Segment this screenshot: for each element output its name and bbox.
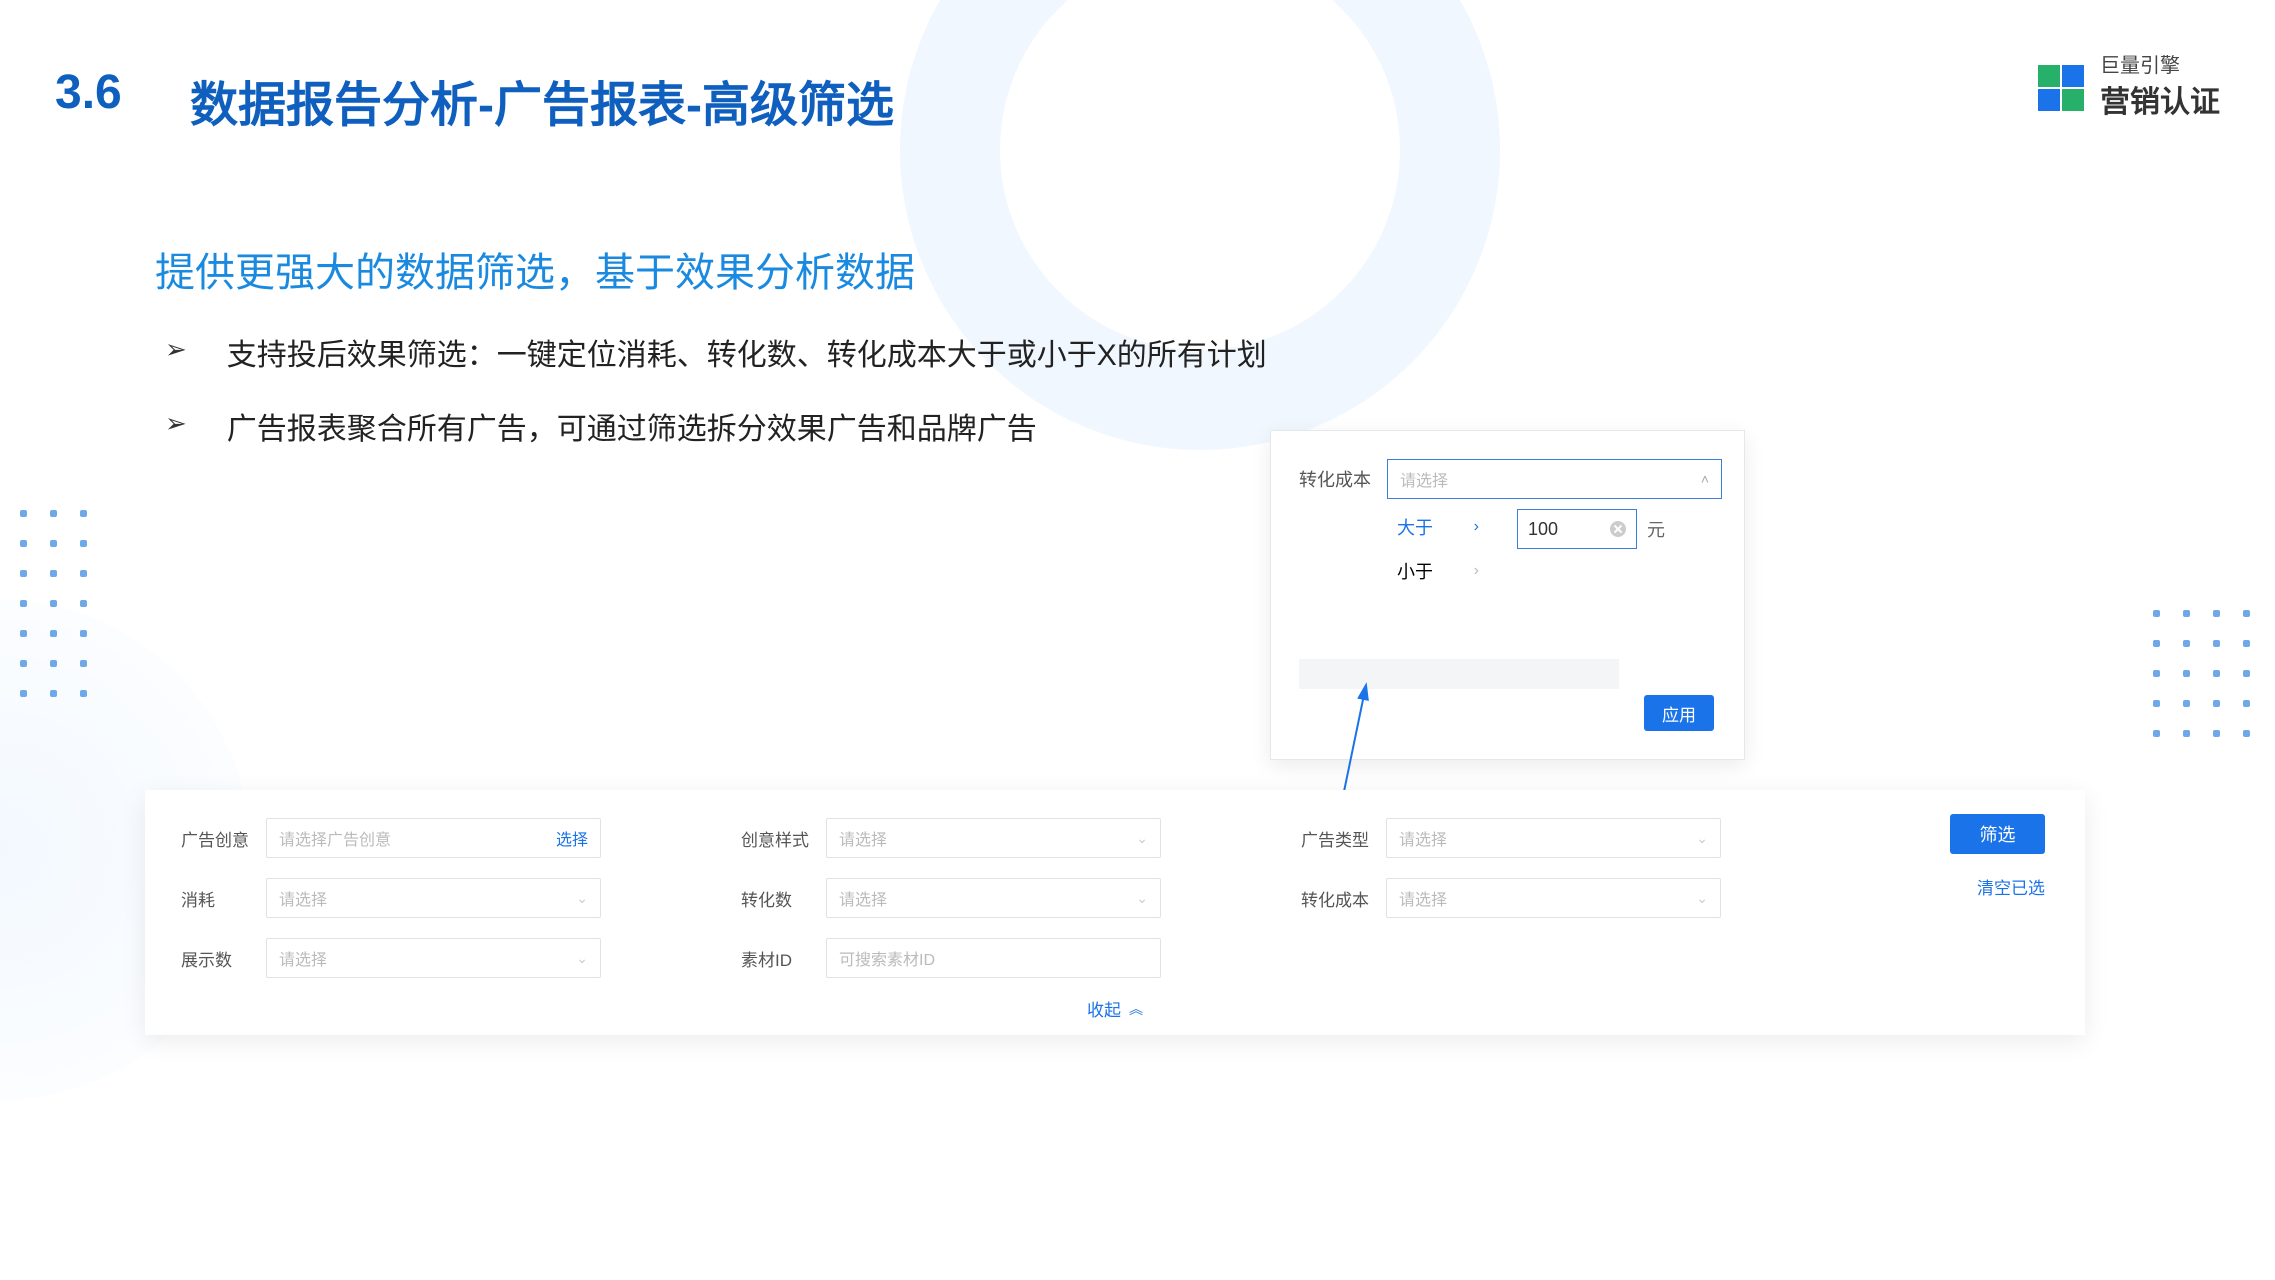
bullet-list: ➢ 支持投后效果筛选：一键定位消耗、转化数、转化成本大于或小于X的所有计划 ➢ … [165,330,1267,478]
clear-icon[interactable] [1610,521,1626,537]
select-link[interactable]: 选择 [556,826,588,850]
subtitle: 提供更强大的数据筛选，基于效果分析数据 [155,240,915,298]
popup-option-less[interactable]: 小于 › [1393,558,1483,584]
filter-label: 消耗 [181,886,266,911]
logo-mark-icon [2036,63,2086,113]
filter-popup: 转化成本 请选择 ˄ 大于 › 小于 › 100 元 应用 [1270,430,1745,760]
ad-creative-picker[interactable]: 请选择广告创意 选择 [266,818,601,858]
clear-filters-link[interactable]: 清空已选 [1977,874,2045,899]
popup-value: 100 [1528,519,1558,540]
filter-label: 转化数 [741,886,826,911]
filter-label: 广告类型 [1301,826,1386,851]
section-title: 数据报告分析-广告报表-高级筛选 [190,65,894,135]
cost-select[interactable]: 请选择 ⌄ [266,878,601,918]
popup-options-menu: 大于 › 小于 › [1393,505,1503,593]
filter-label: 广告创意 [181,826,266,851]
popup-value-input[interactable]: 100 [1517,509,1637,549]
filter-panel: 广告创意 请选择广告创意 选择 创意样式 请选择 ⌄ 广告类型 请选择 ⌄ 消耗… [145,790,2085,1035]
brand-logo: 巨量引擎 营销认证 [2036,55,2220,121]
logo-text-big: 营销认证 [2100,77,2220,121]
chevron-up-icon: ˄ [1701,471,1709,487]
popup-label: 转化成本 [1299,466,1371,492]
collapse-toggle[interactable]: 收起 ︽ [1087,996,1143,1021]
material-id-input[interactable]: 可搜索素材ID [826,938,1161,978]
dots-decoration-right [2153,610,2255,742]
chevron-up-icon: ︽ [1129,999,1143,1019]
chevron-down-icon: ⌄ [1696,890,1708,907]
dots-decoration-left [20,510,92,702]
popup-unit: 元 [1647,516,1665,542]
chevron-down-icon: ⌄ [1696,830,1708,847]
chevron-right-icon: › [1474,518,1479,536]
logo-text-small: 巨量引擎 [2100,55,2220,77]
impressions-select[interactable]: 请选择 ⌄ [266,938,601,978]
chevron-down-icon: ⌄ [1136,890,1148,907]
bullet-text: 支持投后效果筛选：一键定位消耗、转化数、转化成本大于或小于X的所有计划 [227,330,1267,374]
popup-select[interactable]: 请选择 ˄ [1387,459,1722,499]
conversion-cost-select[interactable]: 请选择 ⌄ [1386,878,1721,918]
filter-label: 创意样式 [741,826,826,851]
popup-option-greater[interactable]: 大于 › [1393,514,1483,540]
filter-button[interactable]: 筛选 [1950,814,2045,854]
bullet-text: 广告报表聚合所有广告，可通过筛选拆分效果广告和品牌广告 [227,404,1037,448]
creative-style-select[interactable]: 请选择 ⌄ [826,818,1161,858]
bullet-chevron-icon: ➢ [165,408,187,439]
chevron-down-icon: ⌄ [1136,830,1148,847]
filter-grid: 广告创意 请选择广告创意 选择 创意样式 请选择 ⌄ 广告类型 请选择 ⌄ 消耗… [181,818,2049,978]
chevron-down-icon: ⌄ [576,950,588,967]
chevron-down-icon: ⌄ [576,890,588,907]
filter-label: 素材ID [741,946,826,971]
section-number: 3.6 [55,65,122,120]
popup-select-placeholder: 请选择 [1400,467,1448,491]
filter-label: 转化成本 [1301,886,1386,911]
ad-type-select[interactable]: 请选择 ⌄ [1386,818,1721,858]
popup-ghost-bar [1299,659,1619,689]
bullet-chevron-icon: ➢ [165,334,187,365]
chevron-right-icon: › [1474,562,1479,580]
filter-label: 展示数 [181,946,266,971]
apply-button[interactable]: 应用 [1644,695,1714,731]
conversions-select[interactable]: 请选择 ⌄ [826,878,1161,918]
